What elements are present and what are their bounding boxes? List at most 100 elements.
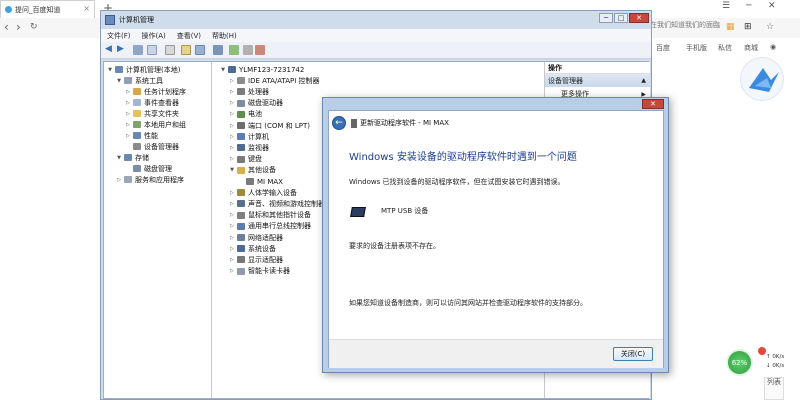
toolbar-view-icon[interactable] [195,45,205,55]
device-tree-item[interactable]: ▷ 磁盘驱动器 [229,98,283,109]
device-tree-item[interactable]: ▷ 计算机 [229,131,269,142]
device-tree-label: IDE ATA/ATAPI 控制器 [248,76,320,85]
toolbar-showhide-icon[interactable] [147,45,157,55]
minimize-button[interactable]: ─ [599,13,613,23]
device-tree-item[interactable]: ▷ 电池 [229,109,262,120]
expand-arrow-icon[interactable]: ▷ [125,100,131,106]
expand-arrow-icon[interactable]: ▷ [229,223,235,229]
menu-help[interactable]: 帮助(H) [212,31,237,41]
expand-arrow-icon[interactable]: ▷ [229,201,235,207]
device-tree-item[interactable]: ▷ 系统设备 [229,243,276,254]
expand-arrow-icon[interactable]: ▷ [125,111,131,117]
refresh-icon[interactable]: ↻ [30,22,38,32]
device-tree-item[interactable]: ▷ 键盘 [229,154,262,165]
menu-file[interactable]: 文件(F) [107,31,131,41]
expand-arrow-icon[interactable]: ▷ [229,190,235,196]
expand-arrow-icon[interactable]: ▼ [116,78,122,84]
toolbar-help-icon[interactable] [181,45,191,55]
expand-arrow-icon[interactable]: ▼ [220,67,226,73]
browser-tab[interactable]: 提问_百度知道 × [0,0,95,18]
actions-section[interactable]: 设备管理器 ▲ [545,74,650,87]
back-arrow-icon[interactable]: ← [332,116,346,130]
toolbar-properties-icon[interactable] [165,45,175,55]
nav-tree-item[interactable]: ▷ 事件查看器 [125,97,179,108]
expand-arrow-icon[interactable]: ▷ [229,156,235,162]
expand-arrow-icon[interactable]: ▼ [229,167,235,173]
expand-arrow-icon[interactable]: ▷ [229,134,235,140]
device-tree-item[interactable]: ▼ 其他设备 [229,165,276,176]
device-tree-item[interactable]: ▷ 人体学输入设备 [229,187,297,198]
network-monitor[interactable]: 62% ↑ 0K/s ↓ 0K/s [724,347,800,376]
device-tree-item[interactable]: ▼ YLMF123-7231742 [220,64,304,75]
menu-action[interactable]: 操作(A) [142,31,166,41]
windows-icon[interactable]: ⊞ [744,22,752,32]
expand-arrow-icon[interactable]: ▷ [229,78,235,84]
apps-icon[interactable]: ▦ [726,22,735,32]
collapse-arrow-icon[interactable]: ▲ [641,77,646,84]
device-tree-item[interactable]: ▷ 显示适配器 [229,254,283,265]
expand-arrow-icon[interactable]: ▷ [116,177,122,183]
close-button[interactable]: 关闭(C) [613,347,653,361]
nav-tree-item[interactable]: ▷ 任务计划程序 [125,86,186,97]
toolbar-update-icon[interactable] [213,45,223,55]
link-message[interactable]: 私信 [718,43,732,53]
device-tree-item[interactable]: ▷ IDE ATA/ATAPI 控制器 [229,75,320,86]
nav-tree-item[interactable]: ▷ 服务和应用程序 [116,174,184,185]
expand-arrow-icon[interactable]: ▷ [125,122,131,128]
device-tree-item[interactable]: ▷ 鼠标和其他指针设备 [229,210,311,221]
side-list-tab[interactable]: 列表 [764,377,784,400]
expand-arrow-icon[interactable]: ▷ [125,133,131,139]
nav-tree-item[interactable]: ▷ 共享文件夹 [125,108,179,119]
expand-arrow-icon[interactable]: ▷ [125,89,131,95]
expand-arrow-icon[interactable]: ▷ [229,257,235,263]
device-tree-item[interactable]: ▷ 声音、视频和游戏控制器 [229,198,325,209]
expand-arrow-icon[interactable]: ▷ [229,212,235,218]
forward-arrow-icon[interactable]: › [16,20,21,34]
nav-tree-item[interactable]: ▼ 系统工具 [116,75,163,86]
dialog-close-x-button[interactable]: ✕ [642,99,664,109]
link-baidu[interactable]: 百度 [656,43,670,53]
toolbar-back-icon[interactable]: ◀ [105,44,115,54]
window-titlebar[interactable]: 计算机管理 [101,11,651,29]
link-mobile[interactable]: 手机版 [686,43,707,53]
toolbar-up-icon[interactable] [133,45,143,55]
back-arrow-icon[interactable]: ‹ [4,20,9,34]
nav-tree-item[interactable]: ▷ 性能 [125,130,158,141]
expand-arrow-icon[interactable]: ▷ [229,111,235,117]
window-close-button[interactable]: ✕ [629,13,649,23]
nav-tree-item[interactable]: ▼ 存储 [116,152,149,163]
device-tree-item[interactable]: ▷ 监视器 [229,142,269,153]
expand-arrow-icon[interactable]: ▼ [116,155,122,161]
device-tree-item[interactable]: ▷ 网络适配器 [229,232,283,243]
toolbar-disable-icon[interactable] [243,45,253,55]
user-icon[interactable]: ◉ [770,43,776,51]
toolbar-scan-icon[interactable] [229,45,239,55]
link-shop[interactable]: 商城 [744,43,758,53]
browser-close-icon[interactable]: ✕ [768,1,776,11]
device-tree-item[interactable]: MI MAX [238,176,283,187]
browser-menu-icon[interactable]: ☰ [722,1,730,11]
expand-arrow-icon[interactable]: ▷ [229,89,235,95]
maximize-button[interactable]: □ [614,13,628,23]
browser-minimize-icon[interactable]: ─ [746,1,751,11]
expand-arrow-icon[interactable]: ▷ [229,100,235,106]
device-tree-item[interactable]: ▷ 端口 (COM 和 LPT) [229,120,310,131]
toolbar-uninstall-icon[interactable] [255,45,265,55]
nav-tree-item[interactable]: ▼ 计算机管理(本地) [107,64,180,75]
bookmark-icon[interactable]: ☆ [766,22,774,32]
nav-tree-item[interactable]: ▷ 本地用户和组 [125,119,186,130]
nav-tree-item[interactable]: 磁盘管理 [125,163,172,174]
expand-arrow-icon[interactable]: ▷ [229,268,235,274]
toolbar-forward-icon[interactable]: ▶ [117,44,127,54]
expand-arrow-icon[interactable]: ▷ [229,235,235,241]
tab-close-icon[interactable]: × [83,4,90,13]
expand-arrow-icon[interactable]: ▷ [229,246,235,252]
expand-arrow-icon[interactable]: ▼ [107,67,113,73]
device-tree-item[interactable]: ▷ 处理器 [229,86,269,97]
expand-arrow-icon[interactable]: ▷ [229,145,235,151]
device-tree-item[interactable]: ▷ 通用串行总线控制器 [229,221,311,232]
device-tree-item[interactable]: ▷ 智能卡读卡器 [229,266,290,277]
menu-view[interactable]: 查看(V) [177,31,201,41]
nav-tree-item[interactable]: 设备管理器 [125,141,179,152]
expand-arrow-icon[interactable]: ▷ [229,123,235,129]
